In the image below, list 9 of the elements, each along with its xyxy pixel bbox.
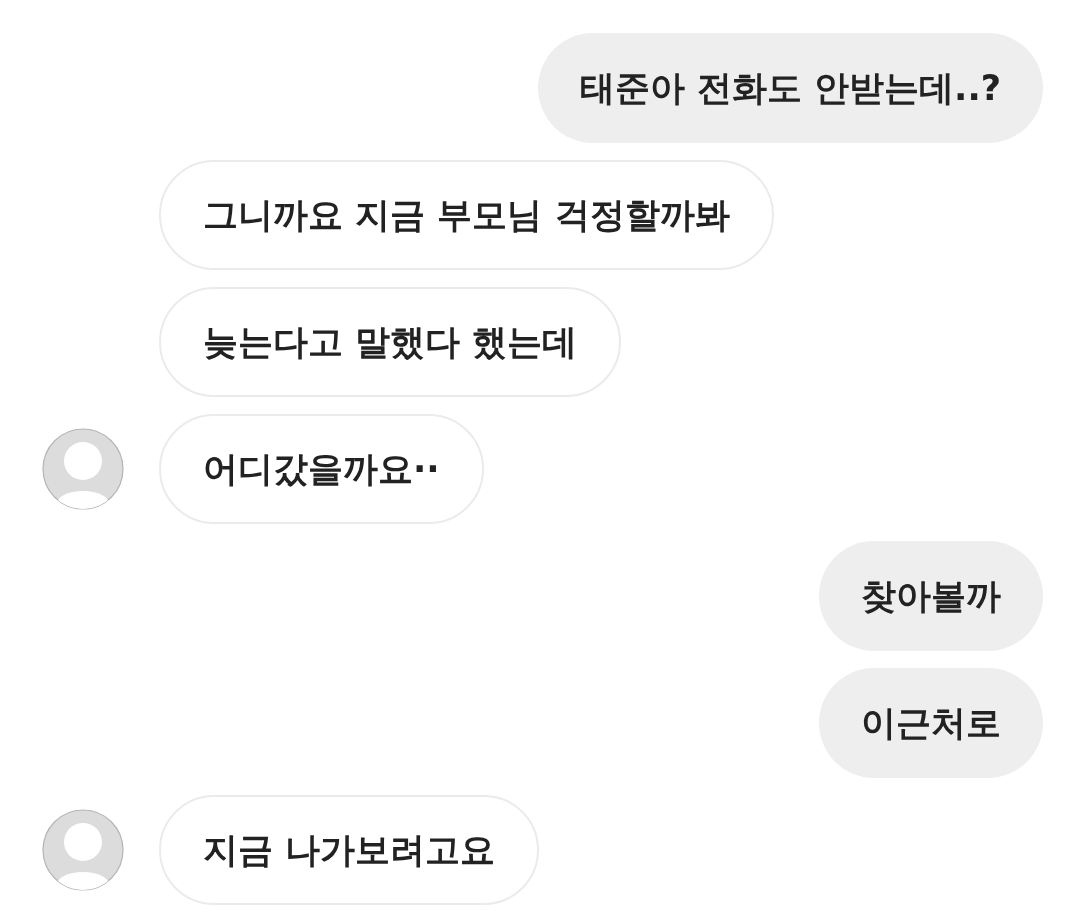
received-message: 지금 나가보려고요 <box>159 795 540 905</box>
sent-message: 태준아 전화도 안받는데..? <box>537 33 1043 143</box>
sent-message: 이근처로 <box>819 668 1043 778</box>
avatar-icon[interactable] <box>42 809 124 891</box>
avatar-icon[interactable] <box>42 428 124 510</box>
sent-message: 찾아볼까 <box>819 541 1043 651</box>
received-message: 늦는다고 말했다 했는데 <box>159 287 622 397</box>
received-message: 그니까요 지금 부모님 걱정할까봐 <box>159 160 774 270</box>
received-message: 어디갔을까요·· <box>159 414 484 524</box>
